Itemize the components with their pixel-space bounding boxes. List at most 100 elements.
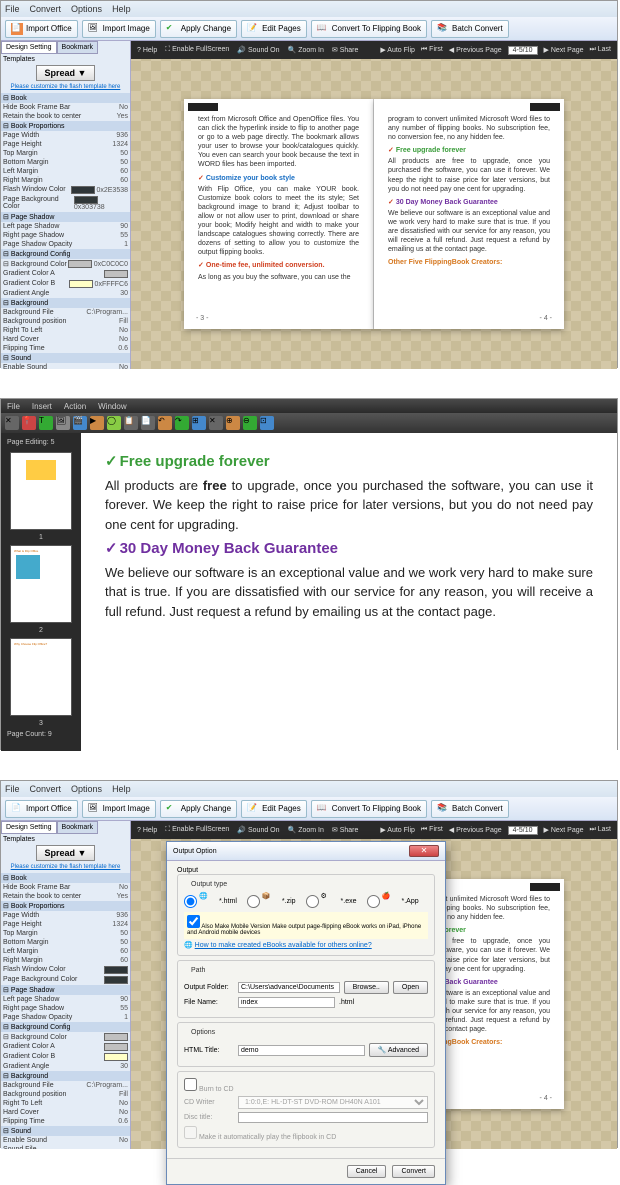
first-button[interactable]: ⏮ First bbox=[421, 46, 443, 54]
tool-icon[interactable]: T bbox=[39, 416, 53, 430]
sound-button[interactable]: 🔊 Sound On bbox=[237, 46, 279, 54]
thumb-1[interactable] bbox=[10, 452, 72, 530]
disc-title-input[interactable] bbox=[238, 1112, 428, 1123]
tool-icon[interactable]: ↶ bbox=[158, 416, 172, 430]
output-folder-input[interactable] bbox=[238, 982, 340, 993]
menu-file[interactable]: File bbox=[5, 4, 20, 14]
tab-design-setting[interactable]: Design Setting bbox=[1, 41, 57, 54]
import-office-button[interactable]: 📄Import Office bbox=[5, 800, 78, 818]
menubar[interactable]: File Convert Options Help bbox=[1, 781, 617, 797]
menu-action[interactable]: Action bbox=[64, 402, 86, 411]
tool-icon[interactable]: ↷ bbox=[175, 416, 189, 430]
prop-pw[interactable]: Page Width936 bbox=[1, 131, 130, 140]
edit-pages-button[interactable]: 📝Edit Pages bbox=[241, 20, 307, 38]
thumb-3[interactable]: Why Choose Flip Office? bbox=[10, 638, 72, 716]
tab-bookmark[interactable]: Bookmark bbox=[57, 41, 99, 54]
batch-convert-button[interactable]: 📚Batch Convert bbox=[431, 20, 509, 38]
browse-button[interactable]: Browse.. bbox=[344, 981, 389, 994]
share-button[interactable]: ✉ Share bbox=[332, 46, 359, 54]
dialog-titlebar[interactable]: Output Option ✕ bbox=[167, 842, 445, 861]
menu-options[interactable]: Options bbox=[71, 4, 102, 14]
last-button[interactable]: ⏭ Last bbox=[590, 46, 611, 54]
book-group[interactable]: ⊟ Book bbox=[1, 93, 130, 103]
fullscreen-button[interactable]: ⛶ Enable FullScreen bbox=[165, 46, 229, 54]
tool-icon[interactable]: ⊖ bbox=[243, 416, 257, 430]
menu-help[interactable]: Help bbox=[112, 4, 131, 14]
menu-file[interactable]: File bbox=[7, 402, 20, 411]
import-image-button[interactable]: 🖼Import Image bbox=[82, 20, 156, 38]
cancel-button[interactable]: Cancel bbox=[347, 1165, 387, 1178]
import-office-button[interactable]: 📄Import Office bbox=[5, 20, 78, 38]
prev-button[interactable]: ◀ Previous Page bbox=[449, 46, 502, 54]
prop-ft[interactable]: Flipping Time0.6 bbox=[1, 344, 130, 353]
convert-flip-button[interactable]: 📖Convert To Flipping Book bbox=[311, 800, 427, 818]
import-image-button[interactable]: 🖼Import Image bbox=[82, 800, 156, 818]
radio-zip[interactable]: 📦*.zip bbox=[247, 892, 296, 910]
prop-hide-frame[interactable]: Hide Book Frame BarNo bbox=[1, 103, 130, 112]
tool-icon[interactable]: ✕ bbox=[209, 416, 223, 430]
tool-icon[interactable]: 🖼 bbox=[56, 416, 70, 430]
prop-bgpos[interactable]: Background positionFill bbox=[1, 317, 130, 326]
menu-insert[interactable]: Insert bbox=[32, 402, 52, 411]
autoplay-checkbox[interactable]: Make it automatically play the flipbook … bbox=[184, 1134, 336, 1141]
next-button[interactable]: ▶ Next Page bbox=[544, 46, 584, 54]
prop-es[interactable]: Enable SoundNo bbox=[1, 363, 130, 369]
tool-icon[interactable]: 📄 bbox=[141, 416, 155, 430]
menubar[interactable]: File Convert Options Help bbox=[1, 1, 617, 17]
html-title-input[interactable] bbox=[238, 1045, 365, 1056]
prop-bm[interactable]: Bottom Margin50 bbox=[1, 158, 130, 167]
cd-writer-select[interactable]: 1:0:0,E: HL-DT-ST DVD-ROM DH40N A101 bbox=[238, 1096, 428, 1109]
radio-app[interactable]: 🍎*.App bbox=[367, 892, 419, 910]
prop-gcb[interactable]: Gradient Color B 0xFFFFC6 bbox=[1, 279, 130, 289]
spread-button[interactable]: Spread ▼ bbox=[36, 65, 96, 81]
page-shadow-group[interactable]: ⊟ Page Shadow bbox=[1, 212, 130, 222]
edit-pages-button[interactable]: 📝Edit Pages bbox=[241, 800, 307, 818]
burn-cd-checkbox[interactable]: Burn to CD bbox=[184, 1086, 234, 1093]
radio-exe[interactable]: ⚙*.exe bbox=[306, 892, 357, 910]
tool-icon[interactable]: ◯ bbox=[107, 416, 121, 430]
menu-convert[interactable]: Convert bbox=[30, 4, 62, 14]
prop-pbc[interactable]: Page Background Color 0x303738 bbox=[1, 195, 130, 212]
prop-ph[interactable]: Page Height1324 bbox=[1, 140, 130, 149]
tool-icon[interactable]: ✕ bbox=[5, 416, 19, 430]
prop-rtl[interactable]: Right To LeftNo bbox=[1, 326, 130, 335]
prop-retain[interactable]: Retain the book to centerYes bbox=[1, 112, 130, 121]
prop-bgcolor[interactable]: ⊟ Background Color 0xC0C0C0 bbox=[1, 259, 130, 269]
tool-icon[interactable]: ⊡ bbox=[260, 416, 274, 430]
prop-lps[interactable]: Left page Shadow90 bbox=[1, 222, 130, 231]
tool-icon[interactable]: ⊞ bbox=[192, 416, 206, 430]
tool-icon[interactable]: 📍 bbox=[22, 416, 36, 430]
tool-icon[interactable]: ▶ bbox=[90, 416, 104, 430]
proportions-group[interactable]: ⊟ Book Proportions bbox=[1, 121, 130, 131]
bg-config-group[interactable]: ⊟ Background Config bbox=[1, 249, 130, 259]
tool-icon[interactable]: ⊕ bbox=[226, 416, 240, 430]
open-button[interactable]: Open bbox=[393, 981, 428, 994]
prop-lm[interactable]: Left Margin60 bbox=[1, 167, 130, 176]
howto-link[interactable]: How to make created eBooks available for… bbox=[195, 942, 372, 949]
convert-button[interactable]: Convert bbox=[392, 1165, 435, 1178]
prop-tm[interactable]: Top Margin50 bbox=[1, 149, 130, 158]
autoflip-button[interactable]: ▶ Auto Flip bbox=[380, 46, 415, 54]
advanced-button[interactable]: 🔧 Advanced bbox=[369, 1043, 428, 1057]
prop-ga[interactable]: Gradient Angle30 bbox=[1, 289, 130, 298]
page-indicator[interactable]: 4-5/10 bbox=[508, 46, 538, 55]
prop-gca[interactable]: Gradient Color A bbox=[1, 269, 130, 279]
page-editor-canvas[interactable]: Free upgrade forever All products are fr… bbox=[81, 433, 617, 751]
prop-bgfile[interactable]: Background FileC:\Program... bbox=[1, 308, 130, 317]
prop-rm[interactable]: Right Margin60 bbox=[1, 176, 130, 185]
convert-flip-button[interactable]: 📖Convert To Flipping Book bbox=[311, 20, 427, 38]
filename-input[interactable] bbox=[238, 997, 335, 1008]
flipbook-viewer[interactable]: text from Microsoft Office and OpenOffic… bbox=[131, 59, 617, 369]
menu-window[interactable]: Window bbox=[98, 402, 126, 411]
radio-html[interactable]: 🌐*.html bbox=[184, 892, 237, 910]
apply-change-button[interactable]: ✔Apply Change bbox=[160, 800, 237, 818]
prop-hc[interactable]: Hard CoverNo bbox=[1, 335, 130, 344]
tool-icon[interactable]: 📋 bbox=[124, 416, 138, 430]
tool-icon[interactable]: 🎬 bbox=[73, 416, 87, 430]
batch-convert-button[interactable]: 📚Batch Convert bbox=[431, 800, 509, 818]
zoom-button[interactable]: 🔍 Zoom In bbox=[288, 46, 324, 54]
customize-link[interactable]: Please customize the flash template here bbox=[3, 83, 128, 91]
sound-group[interactable]: ⊟ Sound bbox=[1, 353, 130, 363]
apply-change-button[interactable]: ✔Apply Change bbox=[160, 20, 237, 38]
editor-menubar[interactable]: File Insert Action Window bbox=[1, 399, 617, 413]
